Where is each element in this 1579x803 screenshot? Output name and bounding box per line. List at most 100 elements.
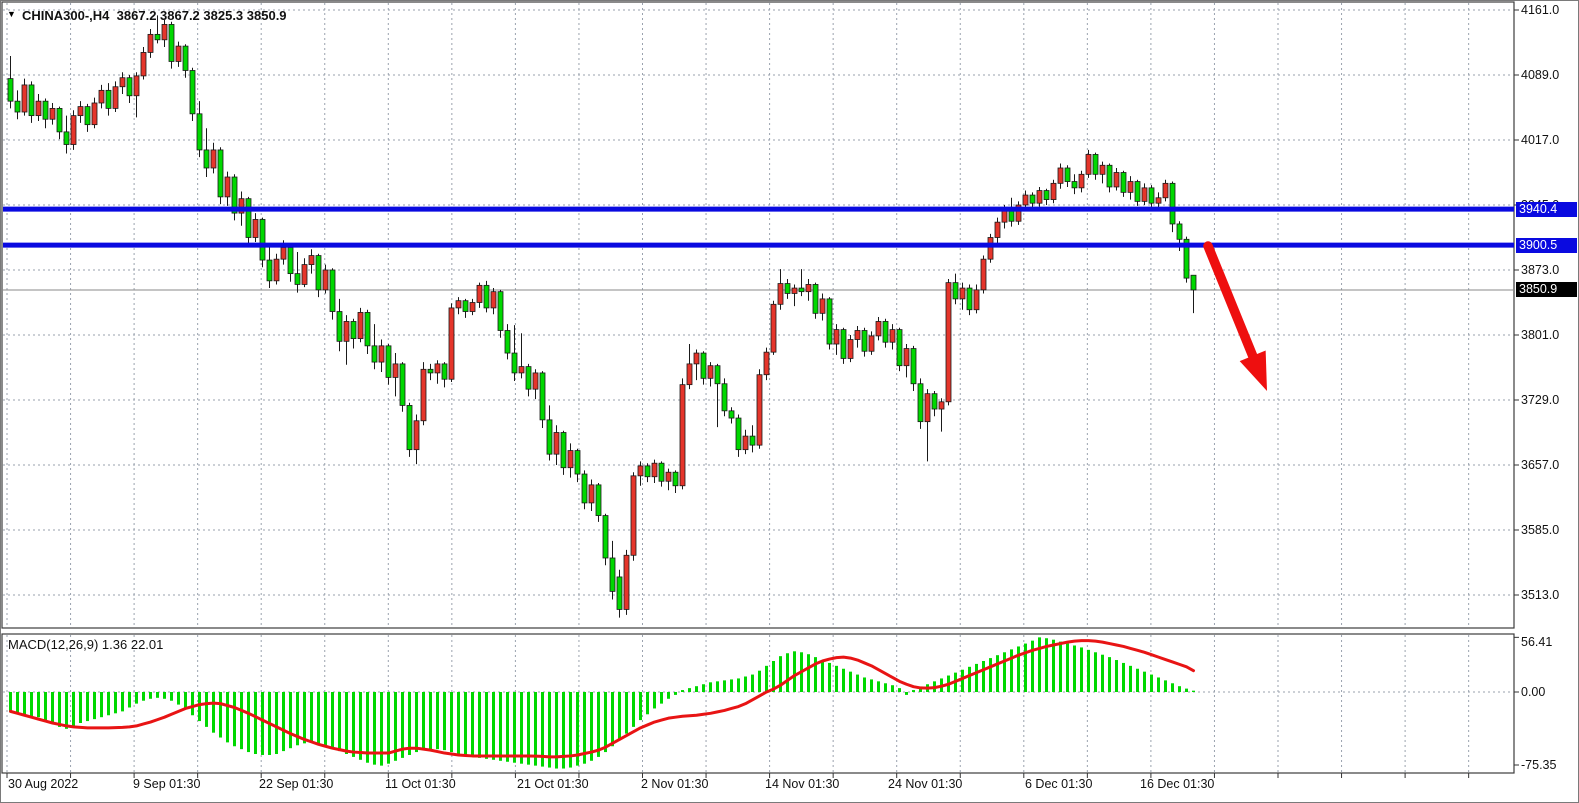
- candle: [358, 312, 363, 338]
- candle: [477, 285, 482, 302]
- price-axis-label: 4017.0: [1521, 133, 1559, 147]
- candle: [946, 283, 951, 402]
- candle: [995, 222, 1000, 237]
- candle: [127, 78, 132, 96]
- candle: [813, 284, 818, 313]
- candle: [820, 299, 825, 313]
- candle: [680, 385, 685, 486]
- chart-window: ▼ CHINA300-,H4 3867.2 3867.2 3825.3 3850…: [0, 0, 1579, 803]
- candle: [463, 301, 468, 312]
- candle: [120, 78, 125, 87]
- candle: [617, 577, 622, 610]
- candle: [533, 373, 538, 389]
- candle: [890, 330, 895, 343]
- candle: [512, 353, 517, 373]
- candle: [295, 274, 300, 285]
- candle: [1051, 183, 1056, 199]
- candle: [267, 260, 272, 281]
- candle: [1023, 195, 1028, 205]
- horizontal-line-objects[interactable]: [3, 209, 1514, 245]
- time-axis-label: 22 Sep 01:30: [259, 777, 333, 791]
- candle: [953, 283, 958, 299]
- candle: [15, 101, 20, 112]
- candle: [722, 384, 727, 411]
- candle: [190, 70, 195, 113]
- time-axis-label: 14 Nov 01:30: [765, 777, 839, 791]
- candle: [750, 436, 755, 445]
- time-axis-label: 21 Oct 01:30: [517, 777, 589, 791]
- symbol-dropdown-icon[interactable]: ▼: [7, 9, 16, 19]
- candle: [911, 349, 916, 384]
- candle: [1079, 174, 1084, 188]
- trend-arrow-object[interactable]: [1208, 246, 1267, 391]
- candle: [470, 303, 475, 312]
- macd-axis-label: -75.35: [1521, 758, 1556, 772]
- candle: [960, 288, 965, 299]
- candle: [1044, 191, 1049, 200]
- price-axis-label: 3801.0: [1521, 328, 1559, 342]
- candle: [281, 247, 286, 259]
- candle: [246, 199, 251, 238]
- candle: [652, 463, 657, 477]
- candle: [204, 150, 209, 168]
- candle: [22, 85, 27, 112]
- candle: [43, 101, 48, 119]
- candle: [855, 330, 860, 339]
- price-axis-label: 4089.0: [1521, 68, 1559, 82]
- candle: [561, 433, 566, 468]
- candle: [414, 421, 419, 450]
- candle: [400, 364, 405, 406]
- candle: [876, 321, 881, 335]
- candle: [687, 364, 692, 385]
- time-axis-label: 30 Aug 2022: [8, 777, 78, 791]
- candle: [225, 177, 230, 197]
- hline-price-badge: 3900.5: [1516, 238, 1577, 253]
- candle: [162, 24, 167, 39]
- candle: [1086, 154, 1091, 174]
- candle: [1030, 195, 1035, 203]
- candle: [176, 46, 181, 61]
- candle: [918, 384, 923, 422]
- candle: [141, 52, 146, 75]
- candle: [1037, 191, 1042, 204]
- candle: [624, 555, 629, 609]
- chart-canvas[interactable]: [0, 0, 1579, 803]
- candle: [799, 288, 804, 292]
- candle: [939, 402, 944, 409]
- time-axis-label: 9 Sep 01:30: [133, 777, 200, 791]
- candle: [841, 330, 846, 359]
- candle: [1177, 224, 1182, 239]
- candle: [1128, 182, 1133, 193]
- macd-axis-label: 56.41: [1521, 635, 1552, 649]
- candle: [1100, 165, 1105, 174]
- candle: [106, 90, 111, 108]
- candle: [379, 346, 384, 362]
- candle: [603, 516, 608, 558]
- macd-indicator-label: MACD(12,26,9) 1.36 22.01: [8, 637, 163, 652]
- candle: [8, 79, 13, 102]
- candle: [253, 219, 258, 237]
- candle: [631, 476, 636, 555]
- candle: [274, 259, 279, 281]
- candle: [113, 87, 118, 109]
- candle: [211, 150, 216, 168]
- candle: [148, 34, 153, 52]
- price-axis-label: 3513.0: [1521, 588, 1559, 602]
- candle: [218, 150, 223, 197]
- time-axis-label: 16 Dec 01:30: [1140, 777, 1214, 791]
- candle: [316, 256, 321, 290]
- candle: [50, 108, 55, 119]
- current-price-badge: 3850.9: [1516, 282, 1577, 297]
- candle: [421, 369, 426, 420]
- candle: [743, 436, 748, 450]
- candle: [925, 394, 930, 422]
- candle: [932, 394, 937, 409]
- time-axis-label: 11 Oct 01:30: [385, 777, 456, 791]
- candle: [57, 108, 62, 131]
- candle: [897, 330, 902, 366]
- macd-signal-line: [11, 641, 1194, 757]
- candle: [36, 101, 41, 115]
- candles-series[interactable]: [8, 15, 1196, 617]
- candle: [638, 466, 643, 476]
- candle: [582, 474, 587, 503]
